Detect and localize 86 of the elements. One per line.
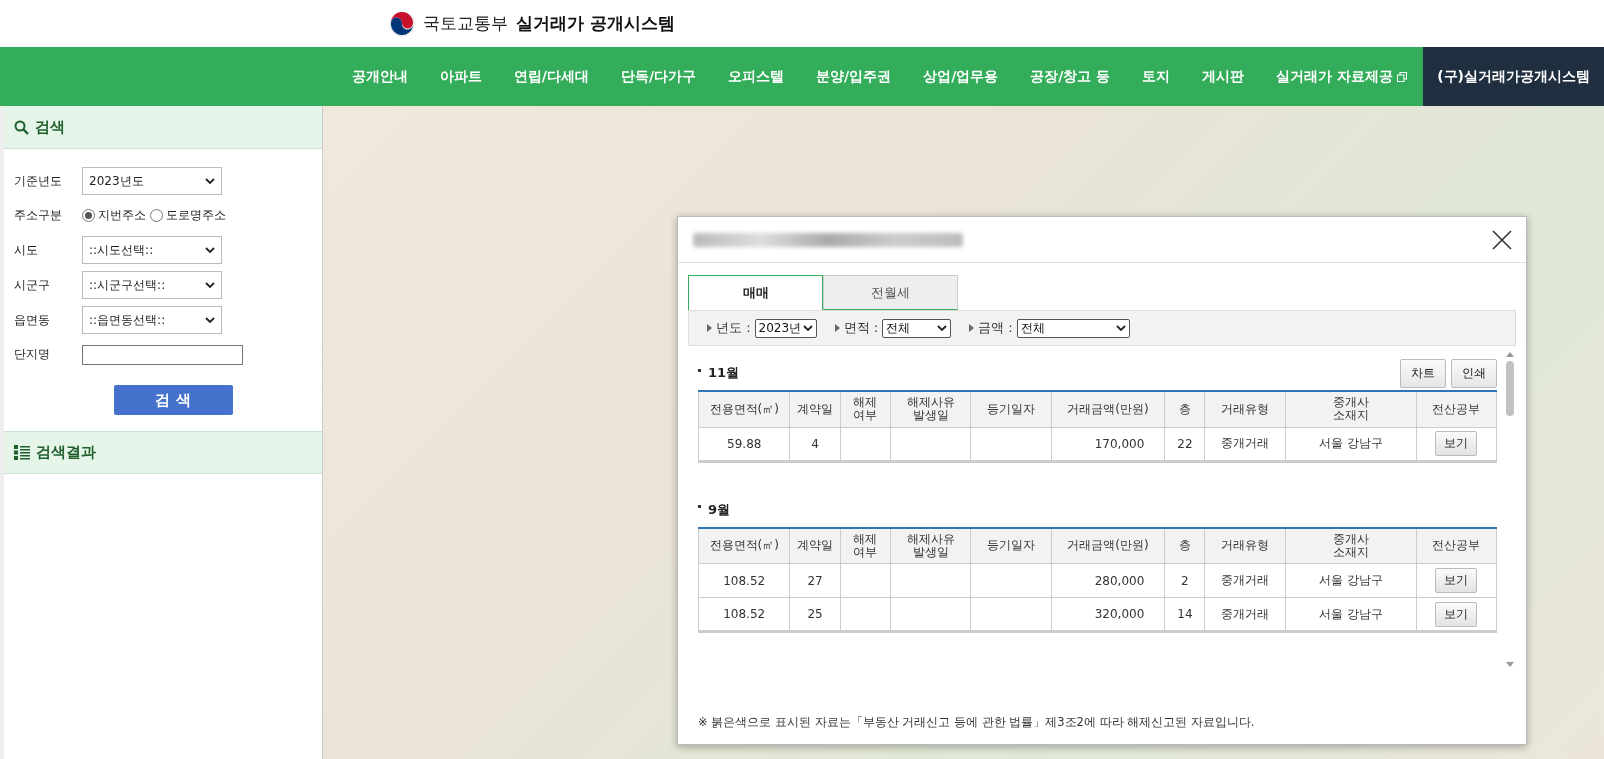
close-button[interactable]: [1490, 227, 1514, 252]
tab[interactable]: 전월세: [823, 275, 958, 310]
view-button[interactable]: 보기: [1435, 568, 1478, 593]
chevron-down-icon: [205, 317, 215, 323]
column-header: 등기일자: [970, 391, 1052, 427]
search-button[interactable]: 검 색: [113, 385, 233, 415]
column-header: 거래금액(만원): [1051, 391, 1165, 427]
search-title: 검색: [35, 117, 65, 137]
column-header: 전용면적(㎡): [698, 527, 790, 564]
chevron-down-icon: [205, 282, 215, 288]
column-header: 거래유형: [1205, 391, 1286, 427]
chevron-down-icon: [205, 178, 215, 184]
table-cell: 108.52: [698, 563, 790, 598]
nav-link[interactable]: (구)실거래가공개시스템: [1423, 47, 1604, 106]
column-header: 전산공부: [1416, 527, 1497, 564]
filter-label: 금액 :: [978, 319, 1013, 337]
emblem-logo: [389, 10, 415, 37]
month-heading: 11월: [708, 364, 740, 382]
chevron-down-icon: [937, 325, 948, 331]
triangle-right-icon: [834, 324, 840, 332]
table-cell: [840, 563, 891, 598]
scroll-up-icon[interactable]: [1505, 352, 1514, 357]
column-header: 전용면적(㎡): [698, 391, 790, 427]
field-label: 주소구분: [14, 207, 63, 224]
table-cell: 280,000: [1051, 563, 1165, 598]
field-label: 시도: [14, 241, 39, 259]
column-header: 중개사 소재지: [1285, 527, 1416, 564]
column-header: 층: [1164, 527, 1205, 564]
select-field[interactable]: 전체: [1016, 318, 1130, 338]
field-label: 기준년도: [14, 172, 63, 190]
column-header: 해제 여부: [840, 391, 891, 427]
toolbar-button[interactable]: 인쇄: [1451, 358, 1497, 388]
chevron-down-icon: [205, 247, 215, 253]
column-header: 해제사유 발생일: [890, 391, 971, 427]
table-cell: 서울 강남구: [1285, 563, 1416, 598]
bullet-icon: [698, 505, 701, 508]
filter-label: 면적 :: [843, 319, 879, 337]
select-field[interactable]: ::시도선택::: [82, 236, 222, 264]
view-button[interactable]: 보기: [1435, 431, 1478, 456]
select-field[interactable]: 2023년: [754, 318, 817, 338]
column-header: 계약일: [789, 391, 841, 427]
list-icon: [14, 445, 30, 460]
search-icon: [14, 119, 29, 135]
view-button[interactable]: 보기: [1435, 601, 1478, 627]
column-header: 계약일: [789, 527, 841, 564]
table-cell: 2: [1164, 563, 1205, 598]
legal-note: ※ 붉은색으로 표시된 자료는「부동산 거래신고 등에 관한 법률」제3조2에 따라 해제신고된 자료입니다.: [697, 714, 1256, 731]
bullet-icon: [698, 368, 701, 372]
radio-button[interactable]: [82, 209, 95, 222]
system-title: 실거래가 공개시스템: [516, 12, 675, 35]
column-header: 거래금액(만원): [1051, 527, 1165, 564]
filter-label: 년도 :: [716, 319, 751, 337]
table-cell: 중개거래: [1205, 563, 1286, 598]
results-title: 검색결과: [36, 443, 96, 462]
tab[interactable]: 매매: [688, 275, 823, 310]
chevron-down-icon: [1115, 325, 1126, 331]
select-field[interactable]: ::읍면동선택::: [82, 306, 222, 334]
select-field[interactable]: ::시군구선택::: [82, 271, 222, 299]
toolbar-button[interactable]: 차트: [1400, 358, 1446, 388]
column-header: 해제사유 발생일: [890, 527, 971, 564]
ministry-name: 국토교통부: [423, 12, 508, 35]
table-cell: 27: [789, 563, 841, 598]
scroll-down-icon[interactable]: [1505, 662, 1514, 667]
chevron-down-icon: [802, 325, 813, 331]
column-header: 중개사 소재지: [1285, 391, 1416, 427]
month-heading: 9월: [708, 500, 731, 519]
column-header: 등기일자: [970, 527, 1052, 564]
select-field[interactable]: 2023년도: [82, 167, 222, 195]
scrollbar-thumb[interactable]: [1505, 361, 1514, 416]
close-icon: [1490, 227, 1514, 252]
field-label: 읍면동: [14, 311, 51, 329]
field-label: 단지명: [14, 346, 51, 363]
triangle-right-icon: [707, 324, 712, 332]
radio-option[interactable]: 지번주소: [82, 207, 146, 224]
field-label: 시군구: [14, 276, 51, 294]
triangle-right-icon: [969, 324, 975, 332]
column-header: 해제 여부: [840, 527, 891, 564]
column-header: 거래유형: [1205, 527, 1286, 564]
select-field[interactable]: 전체: [882, 318, 952, 338]
input-field[interactable]: [82, 344, 243, 365]
table-cell: 59.88: [698, 427, 790, 461]
column-header: 층: [1164, 391, 1205, 427]
table-cell: 108.52: [698, 597, 790, 632]
radio-option[interactable]: 도로명주소: [150, 207, 226, 224]
column-header: 전산공부: [1416, 391, 1497, 427]
radio-button[interactable]: [150, 209, 163, 222]
